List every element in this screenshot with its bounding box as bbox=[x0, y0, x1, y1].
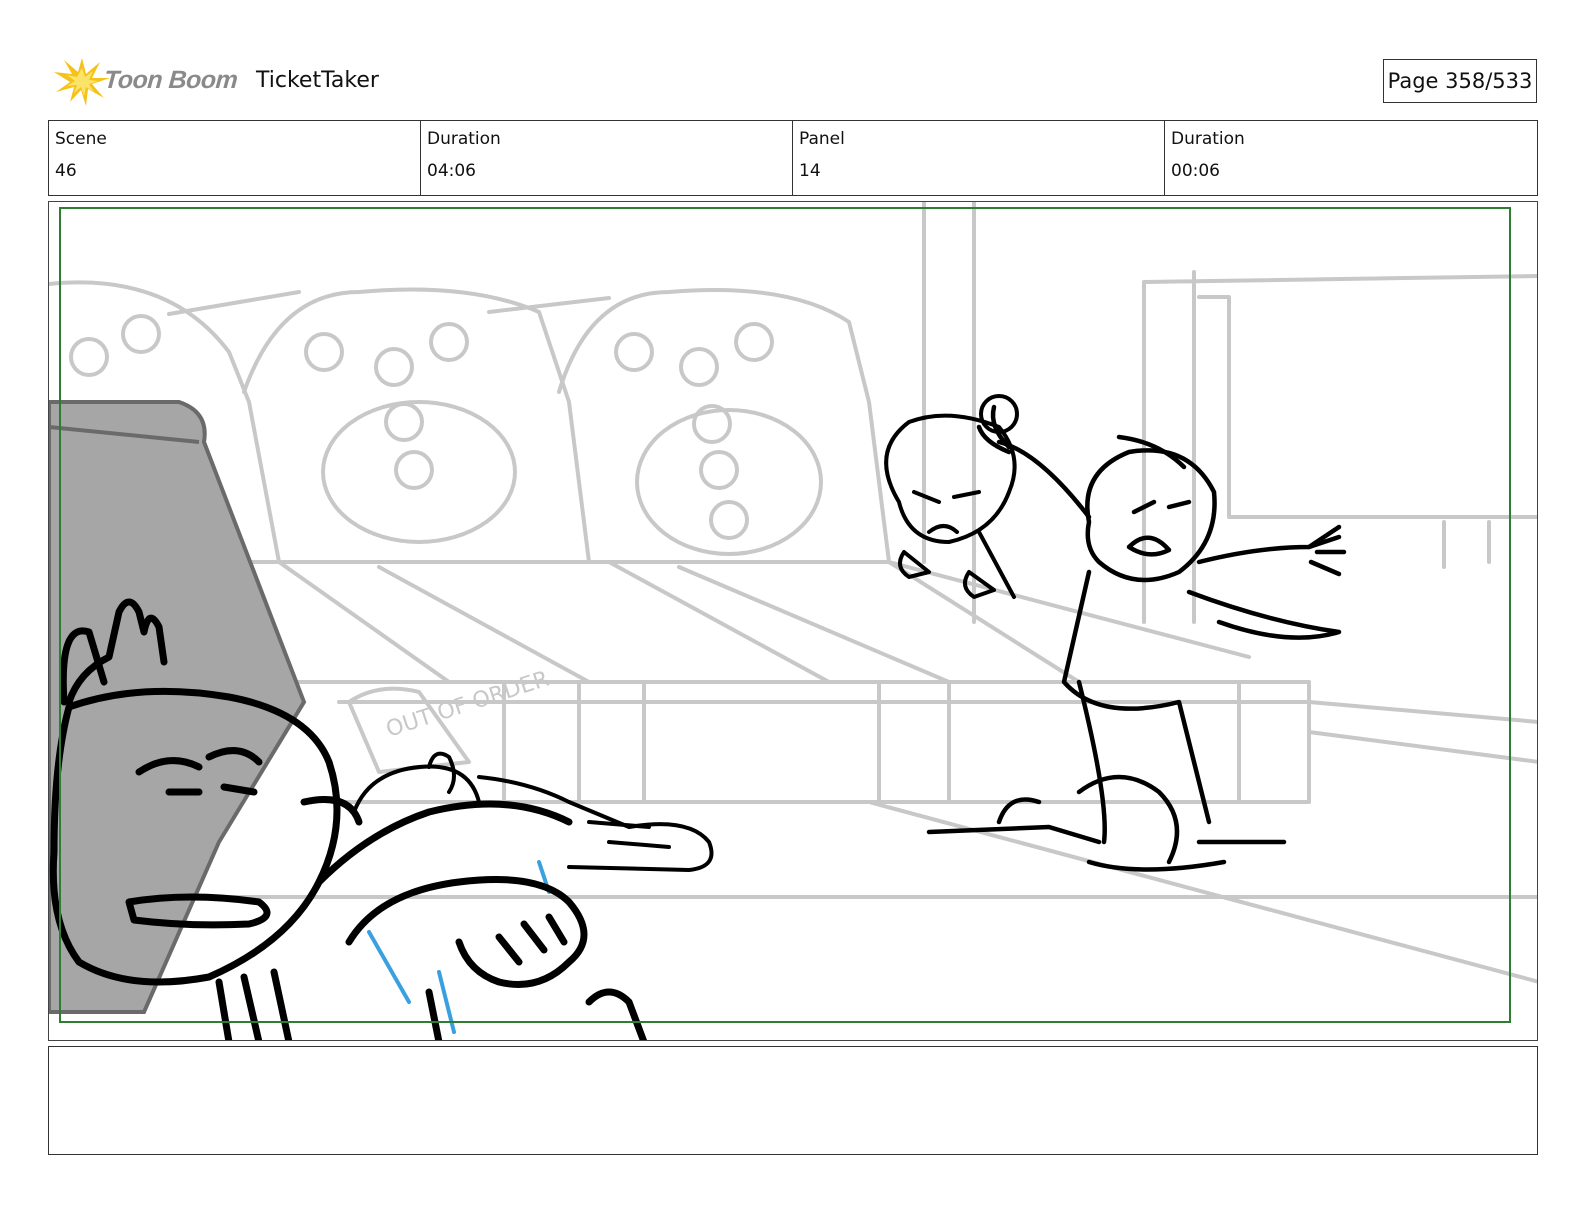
scene-value: 46 bbox=[55, 161, 77, 181]
background-sketch: OUT OF ORDER bbox=[49, 202, 1537, 984]
project-title: TicketTaker bbox=[256, 68, 379, 93]
scene-info-table: Scene 46 Duration 04:06 Panel 14 Duratio… bbox=[48, 120, 1538, 196]
scene-duration-value: 04:06 bbox=[427, 161, 476, 181]
storyboard-sketch: OUT OF ORDER bbox=[49, 202, 1537, 1040]
panel-value: 14 bbox=[799, 161, 821, 181]
page-indicator: Page 358/533 bbox=[1383, 59, 1537, 103]
scene-cell: Scene 46 bbox=[49, 121, 421, 195]
panel-duration-value: 00:06 bbox=[1171, 161, 1220, 181]
panel-duration-cell: Duration 00:06 bbox=[1165, 121, 1537, 195]
panel-notes-box bbox=[48, 1046, 1538, 1155]
panel-cell: Panel 14 bbox=[793, 121, 1165, 195]
storyboard-panel: OUT OF ORDER bbox=[48, 201, 1538, 1041]
scene-label: Scene bbox=[55, 129, 107, 149]
logo-wordmark: Toon Boom bbox=[103, 66, 239, 94]
scene-duration-cell: Duration 04:06 bbox=[421, 121, 793, 195]
scene-duration-label: Duration bbox=[427, 129, 501, 149]
panel-duration-label: Duration bbox=[1171, 129, 1245, 149]
out-of-order-sign: OUT OF ORDER bbox=[383, 667, 552, 743]
toon-boom-logo: Toon Boom bbox=[52, 56, 242, 108]
panel-label: Panel bbox=[799, 129, 845, 149]
